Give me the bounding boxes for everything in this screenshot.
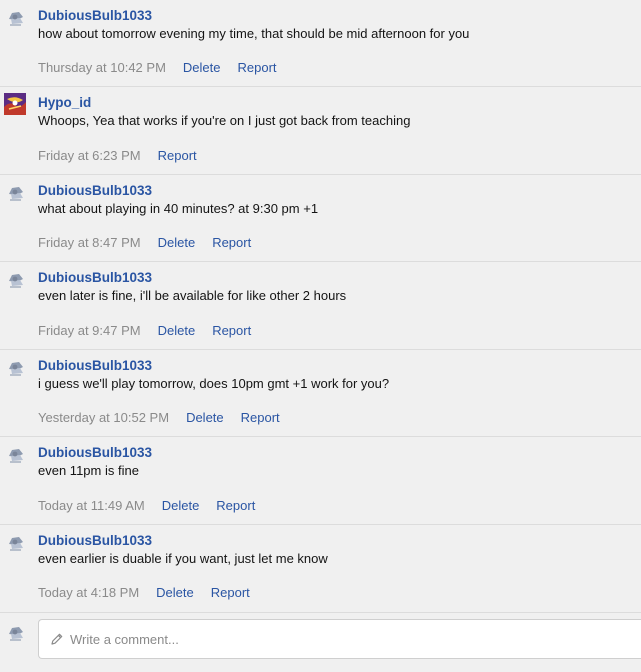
comment-body: Hypo_id Whoops, Yea that works if you're … [38,94,633,129]
comment-item: DubiousBulb1033 even 11pm is fine Today at… [0,437,641,525]
comment-body: DubiousBulb1033 even later is fine, i'll … [38,269,633,304]
comment-item: DubiousBulb1033 i guess we'll play tomorr… [0,350,641,437]
comment-text: what about playing in 40 minutes? at 9:3… [38,201,319,216]
comment-meta: Today at 4:18 PM Delete Report [38,585,250,601]
pencil-icon [50,632,64,646]
comment-text: even 11pm is fine [38,463,139,478]
comment-timestamp[interactable]: Yesterday at 10:52 PM [38,410,169,425]
user-avatar-image[interactable] [4,93,26,115]
delete-link[interactable]: Delete [183,60,221,75]
default-avatar-icon[interactable] [6,8,26,28]
comment-timestamp[interactable]: Thursday at 10:42 PM [38,60,166,75]
delete-link[interactable]: Delete [158,323,196,338]
default-avatar-icon[interactable] [6,358,26,378]
comment-meta: Friday at 9:47 PM Delete Report [38,323,251,339]
comment-text: Whoops, Yea that works if you're on I ju… [38,113,411,128]
delete-link[interactable]: Delete [162,498,200,513]
report-link[interactable]: Report [212,323,251,338]
report-link[interactable]: Report [241,410,280,425]
comment-body: DubiousBulb1033 how about tomorrow evenin… [38,7,633,42]
default-avatar-icon[interactable] [6,183,26,203]
comment-item: DubiousBulb1033 even earlier is duable if… [0,525,641,613]
report-link[interactable]: Report [216,498,255,513]
comment-author-link[interactable]: DubiousBulb1033 [38,182,633,199]
delete-link[interactable]: Delete [158,235,196,250]
delete-link[interactable]: Delete [186,410,224,425]
delete-link[interactable]: Delete [156,585,194,600]
report-link[interactable]: Report [211,585,250,600]
comment-meta: Yesterday at 10:52 PM Delete Report [38,410,280,426]
comment-meta: Friday at 6:23 PM Report [38,148,197,164]
comment-meta: Thursday at 10:42 PM Delete Report [38,60,277,76]
comment-placeholder: Write a comment... [70,632,179,647]
comment-timestamp[interactable]: Today at 11:49 AM [38,498,145,513]
comment-body: DubiousBulb1033 even 11pm is fine [38,444,633,479]
comment-timestamp[interactable]: Friday at 8:47 PM [38,235,141,250]
comment-author-link[interactable]: DubiousBulb1033 [38,357,633,374]
comment-item: DubiousBulb1033 even later is fine, i'll … [0,262,641,350]
default-avatar-icon[interactable] [6,445,26,465]
default-avatar-icon[interactable] [6,533,26,553]
comment-author-link[interactable]: DubiousBulb1033 [38,532,633,549]
comment-author-link[interactable]: DubiousBulb1033 [38,7,633,24]
report-link[interactable]: Report [158,148,197,163]
comment-composer: Write a comment... [0,613,641,672]
comment-body: DubiousBulb1033 what about playing in 40 … [38,182,633,217]
comment-text: how about tomorrow evening my time, that… [38,26,470,41]
default-avatar-icon[interactable] [6,270,26,290]
comment-body: DubiousBulb1033 i guess we'll play tomorr… [38,357,633,392]
comment-item: DubiousBulb1033 how about tomorrow evenin… [0,0,641,87]
comment-input[interactable]: Write a comment... [38,619,641,659]
comment-timestamp[interactable]: Friday at 9:47 PM [38,323,141,338]
report-link[interactable]: Report [212,235,251,250]
comment-author-link[interactable]: DubiousBulb1033 [38,444,633,461]
default-avatar-icon[interactable] [6,623,26,643]
comment-author-link[interactable]: Hypo_id [38,94,633,111]
comment-text: i guess we'll play tomorrow, does 10pm g… [38,376,390,391]
comment-item: DubiousBulb1033 what about playing in 40 … [0,175,641,262]
comment-meta: Friday at 8:47 PM Delete Report [38,235,251,251]
comment-author-link[interactable]: DubiousBulb1033 [38,269,633,286]
comment-body: DubiousBulb1033 even earlier is duable if… [38,532,633,567]
comment-timestamp[interactable]: Today at 4:18 PM [38,585,139,600]
comment-text: even earlier is duable if you want, just… [38,551,328,566]
comment-meta: Today at 11:49 AM Delete Report [38,498,255,514]
report-link[interactable]: Report [237,60,276,75]
comment-text: even later is fine, i'll be available fo… [38,288,347,303]
comment-item: Hypo_id Whoops, Yea that works if you're … [0,87,641,175]
comment-timestamp[interactable]: Friday at 6:23 PM [38,148,141,163]
